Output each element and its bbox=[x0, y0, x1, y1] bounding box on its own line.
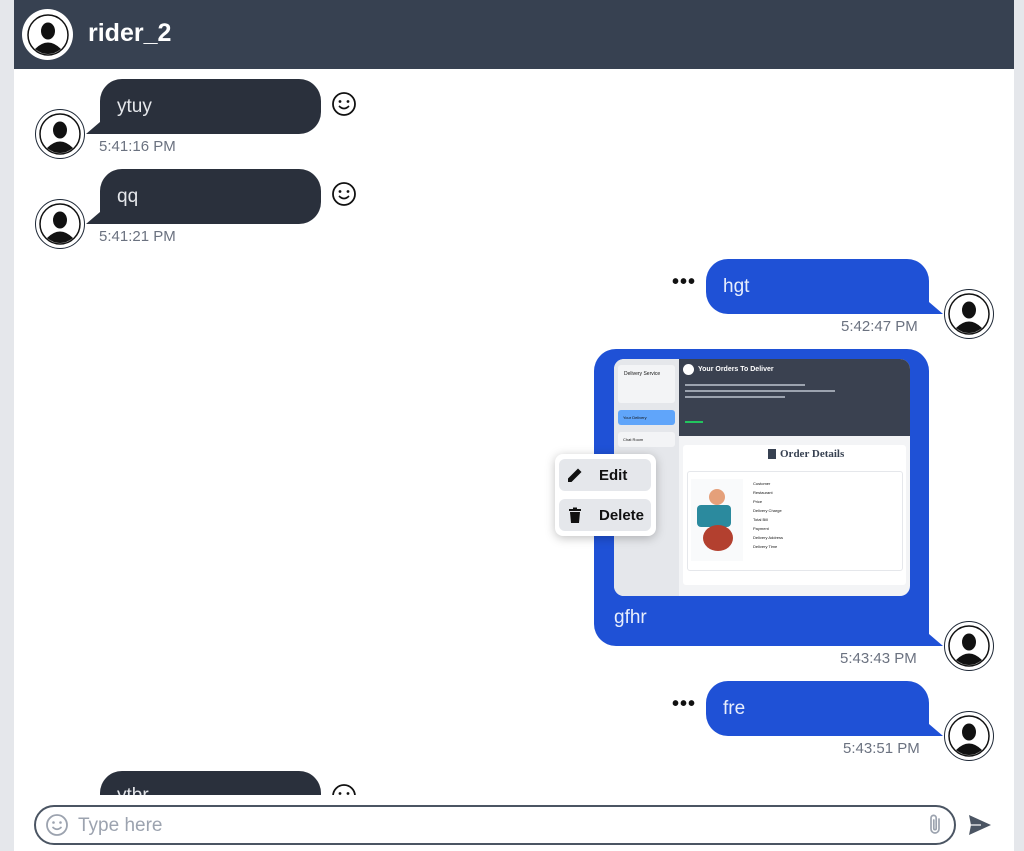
sender-avatar[interactable] bbox=[35, 199, 85, 249]
message-text: gfhr bbox=[614, 607, 647, 628]
message-input-wrapper bbox=[34, 805, 956, 845]
chat-header: rider_2 bbox=[14, 0, 1014, 69]
message-text: qq bbox=[117, 185, 139, 207]
message-timestamp: 5:41:16 PM bbox=[99, 138, 176, 155]
bubble-tail bbox=[86, 122, 100, 134]
edit-menu-item[interactable]: Edit bbox=[559, 459, 651, 491]
preview-sidebar-item: Your Delivery bbox=[623, 415, 647, 420]
edit-label: Edit bbox=[599, 466, 628, 484]
message-composer bbox=[14, 795, 1014, 851]
user-avatar-icon bbox=[948, 715, 990, 757]
smiley-icon[interactable] bbox=[331, 181, 357, 207]
preview-sidebar-title: Delivery Service bbox=[624, 371, 661, 377]
preview-order-panel: Order Details Customer Restaurant Price … bbox=[683, 445, 906, 585]
sender-avatar[interactable] bbox=[944, 621, 994, 671]
message-timestamp: 5:43:51 PM bbox=[843, 740, 920, 757]
message-input[interactable] bbox=[78, 813, 878, 839]
delete-menu-item[interactable]: Delete bbox=[559, 499, 651, 531]
chat-window: rider_2 ytuy 5:41:16 PM qq 5:41:21 PM ••… bbox=[14, 0, 1014, 851]
trash-icon bbox=[569, 507, 581, 523]
message-bubble-outgoing[interactable]: hgt bbox=[706, 259, 929, 314]
message-bubble-outgoing[interactable]: fre bbox=[706, 681, 929, 736]
preview-fields: Customer Restaurant Price Delivery Charg… bbox=[753, 481, 784, 549]
header-avatar[interactable] bbox=[22, 9, 73, 60]
bubble-tail bbox=[929, 302, 943, 314]
bubble-tail bbox=[929, 724, 943, 736]
sender-avatar[interactable] bbox=[944, 289, 994, 339]
message-bubble-incoming[interactable]: qq bbox=[100, 169, 321, 224]
message-text: ytuy bbox=[117, 95, 152, 117]
user-avatar-icon bbox=[948, 293, 990, 335]
sender-avatar[interactable] bbox=[944, 711, 994, 761]
more-dots-icon[interactable]: ••• bbox=[672, 271, 696, 294]
more-dots-icon[interactable]: ••• bbox=[672, 693, 696, 716]
message-timestamp: 5:43:43 PM bbox=[840, 650, 917, 667]
smiley-icon[interactable] bbox=[331, 91, 357, 117]
chat-title: rider_2 bbox=[88, 19, 172, 47]
pencil-icon bbox=[568, 468, 582, 482]
attached-screenshot[interactable]: Delivery Service Your Delivery Chat Room… bbox=[614, 359, 910, 596]
message-text: fre bbox=[723, 697, 746, 719]
user-avatar-icon bbox=[39, 113, 81, 155]
message-bubble-incoming[interactable]: ytuy bbox=[100, 79, 321, 134]
message-timestamp: 5:41:21 PM bbox=[99, 228, 176, 245]
message-context-menu: Edit Delete bbox=[555, 454, 656, 536]
user-avatar-icon bbox=[948, 625, 990, 667]
preview-header-title: Your Orders To Deliver bbox=[698, 366, 774, 373]
message-text: hgt bbox=[723, 275, 750, 297]
preview-header: Your Orders To Deliver bbox=[679, 359, 910, 436]
bubble-tail bbox=[929, 634, 943, 646]
user-avatar-icon bbox=[26, 13, 69, 56]
emoji-picker-icon[interactable] bbox=[45, 813, 69, 837]
send-icon[interactable] bbox=[967, 812, 993, 838]
message-timestamp: 5:42:47 PM bbox=[841, 318, 918, 335]
preview-sidebar-item: Chat Room bbox=[623, 437, 644, 442]
user-avatar-icon bbox=[39, 203, 81, 245]
delete-label: Delete bbox=[599, 506, 645, 524]
preview-panel-title: Order Details bbox=[780, 448, 845, 460]
paperclip-icon[interactable] bbox=[924, 813, 946, 837]
bubble-tail bbox=[86, 212, 100, 224]
sender-avatar[interactable] bbox=[35, 109, 85, 159]
